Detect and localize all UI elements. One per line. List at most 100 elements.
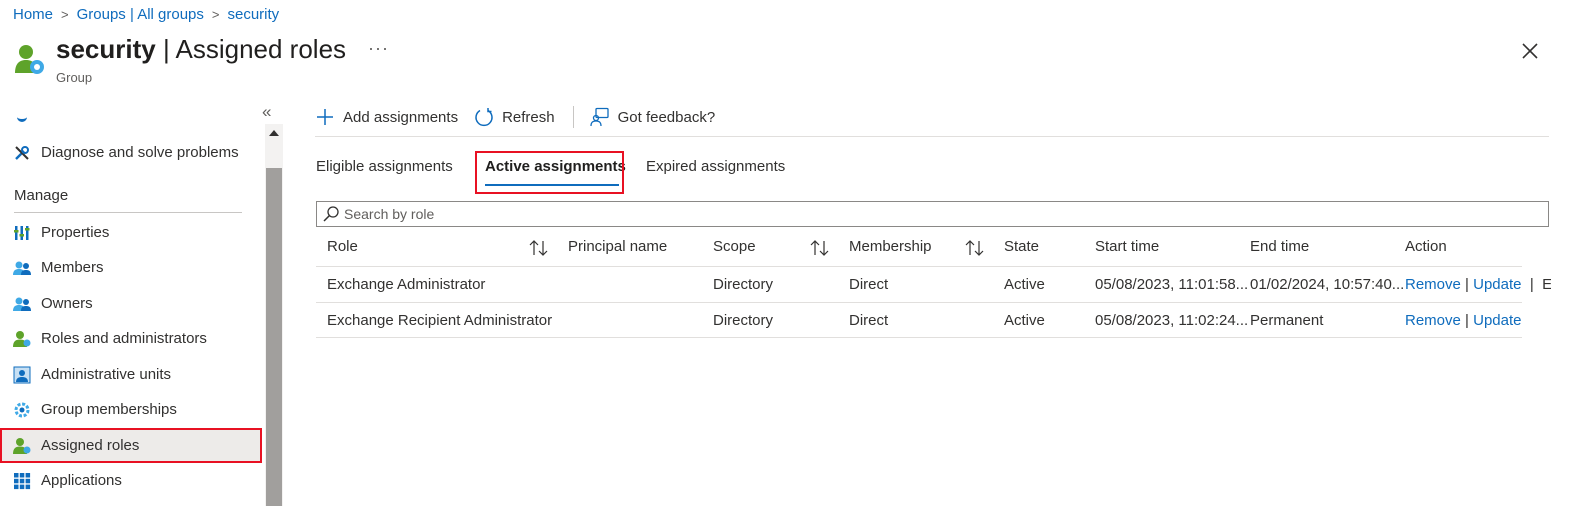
tab-eligible-assignments[interactable]: Eligible assignments xyxy=(316,158,453,175)
search-icon xyxy=(322,205,340,223)
cell-start-time: 05/08/2023, 11:01:58... xyxy=(1095,276,1249,293)
sidebar-item-label: Assigned roles xyxy=(41,437,140,454)
cell-state: Active xyxy=(1004,312,1045,329)
sidebar-item-owners[interactable]: Owners xyxy=(0,286,262,321)
sidebar-item-label: Applications xyxy=(41,472,122,489)
action-separator: | xyxy=(1465,312,1469,329)
sidebar-scrollbar[interactable] xyxy=(265,124,283,506)
column-header-action: Action xyxy=(1405,238,1447,255)
collapse-sidebar-icon[interactable]: « xyxy=(262,102,271,122)
action-separator: | xyxy=(1465,276,1469,293)
plus-icon xyxy=(315,107,335,127)
sidebar-item-administrative-units[interactable]: Administrative units xyxy=(0,357,262,392)
cell-scope: Directory xyxy=(713,276,774,293)
page-title-section: | Assigned roles xyxy=(155,34,347,64)
breadcrumb-separator: > xyxy=(61,7,69,22)
command-bar: Add assignments Refresh Got feedback? xyxy=(315,103,731,131)
scroll-up-arrow-icon[interactable] xyxy=(265,126,283,140)
sidebar-item-applications[interactable]: Applications xyxy=(0,463,262,498)
page-title: security | Assigned roles xyxy=(56,34,346,65)
sidebar-item-label: Group memberships xyxy=(41,401,177,418)
divider xyxy=(316,337,1522,338)
sidebar-item-properties[interactable]: Properties xyxy=(0,215,262,250)
breadcrumb-groups[interactable]: Groups | All groups xyxy=(77,6,204,23)
cell-start-time: 05/08/2023, 11:02:24... xyxy=(1095,312,1249,329)
refresh-icon xyxy=(474,107,494,127)
feedback-button[interactable]: Got feedback? xyxy=(589,107,716,127)
sidebar: « Diagnose and solve problems Manage Pro… xyxy=(0,100,284,506)
divider xyxy=(316,266,1522,267)
tab-highlight-box xyxy=(475,151,624,194)
breadcrumb-home[interactable]: Home xyxy=(13,6,53,23)
sidebar-item-label: Diagnose and solve problems xyxy=(41,144,239,161)
owners-icon xyxy=(13,295,31,313)
page-subtitle: Group xyxy=(56,70,93,85)
remove-link[interactable]: Remove xyxy=(1405,312,1461,329)
column-header-membership[interactable]: Membership xyxy=(849,238,932,255)
update-link[interactable]: Update xyxy=(1473,312,1521,329)
breadcrumb: Home > Groups | All groups > security xyxy=(13,6,279,23)
remove-link[interactable]: Remove xyxy=(1405,276,1461,293)
sidebar-item-label: Properties xyxy=(41,224,110,241)
cell-role: Exchange Recipient Administrator xyxy=(327,312,553,329)
sidebar-item-members[interactable]: Members xyxy=(0,250,262,285)
sidebar-item-label: Administrative units xyxy=(41,366,172,383)
breadcrumb-separator: > xyxy=(211,7,220,22)
members-icon xyxy=(13,259,31,277)
wrench-icon xyxy=(13,144,31,162)
sidebar-section-manage: Manage xyxy=(14,187,69,204)
overview-icon xyxy=(17,114,27,122)
cell-end-time: Permanent xyxy=(1250,312,1324,329)
cell-role: Exchange Administrator xyxy=(327,276,486,293)
cell-state: Active xyxy=(1004,276,1045,293)
cell-membership: Direct xyxy=(849,276,889,293)
add-assignments-label: Add assignments xyxy=(343,108,459,126)
update-link[interactable]: Update xyxy=(1473,276,1521,293)
sidebar-item-label: Members xyxy=(41,259,104,276)
extend-link[interactable]: Ex xyxy=(1542,276,1551,293)
column-header-state[interactable]: State xyxy=(1004,238,1039,255)
feedback-icon xyxy=(589,107,610,127)
roles-icon xyxy=(13,330,31,348)
sort-icon[interactable] xyxy=(810,240,830,256)
column-header-start-time[interactable]: Start time xyxy=(1095,238,1159,255)
properties-icon xyxy=(13,224,31,242)
sort-icon[interactable] xyxy=(965,240,985,256)
more-options-button[interactable]: ··· xyxy=(368,38,389,59)
cell-membership: Direct xyxy=(849,312,889,329)
search-input[interactable]: Search by role xyxy=(316,201,1549,227)
divider xyxy=(315,136,1549,137)
sidebar-item-group-memberships[interactable]: Group memberships xyxy=(0,392,262,427)
breadcrumb-current[interactable]: security xyxy=(228,6,280,23)
sidebar-item-assigned-roles[interactable]: Assigned roles xyxy=(0,428,262,463)
grid-icon xyxy=(13,472,31,490)
page-title-group: security xyxy=(56,34,156,64)
divider xyxy=(14,212,242,213)
add-assignments-button[interactable]: Add assignments xyxy=(315,107,458,127)
close-icon[interactable] xyxy=(1519,40,1541,62)
column-header-role[interactable]: Role xyxy=(327,238,358,255)
sidebar-item-label: Roles and administrators xyxy=(41,330,207,347)
feedback-label: Got feedback? xyxy=(617,108,716,126)
column-header-scope[interactable]: Scope xyxy=(713,238,756,255)
action-separator: | xyxy=(1525,276,1538,293)
assigned-roles-icon xyxy=(13,437,31,455)
refresh-button[interactable]: Refresh xyxy=(474,107,555,127)
sidebar-item-label: Owners xyxy=(41,295,93,312)
search-placeholder: Search by role xyxy=(344,206,435,222)
sort-icon[interactable] xyxy=(529,240,549,256)
column-header-principal-name[interactable]: Principal name xyxy=(568,238,667,255)
tab-expired-assignments[interactable]: Expired assignments xyxy=(646,158,785,175)
cell-scope: Directory xyxy=(713,312,774,329)
gear-icon xyxy=(13,401,31,419)
sidebar-item-diagnose[interactable]: Diagnose and solve problems xyxy=(0,135,262,170)
column-header-end-time[interactable]: End time xyxy=(1250,238,1309,255)
scrollbar-thumb[interactable] xyxy=(266,168,282,506)
refresh-label: Refresh xyxy=(502,108,555,126)
divider xyxy=(316,302,1522,303)
cell-end-time: 01/02/2024, 10:57:40... xyxy=(1250,276,1405,293)
group-icon xyxy=(14,43,46,77)
cell-action: Remove | Update xyxy=(1405,312,1521,329)
admin-units-icon xyxy=(13,366,31,384)
sidebar-item-roles-and-administrators[interactable]: Roles and administrators xyxy=(0,321,262,356)
